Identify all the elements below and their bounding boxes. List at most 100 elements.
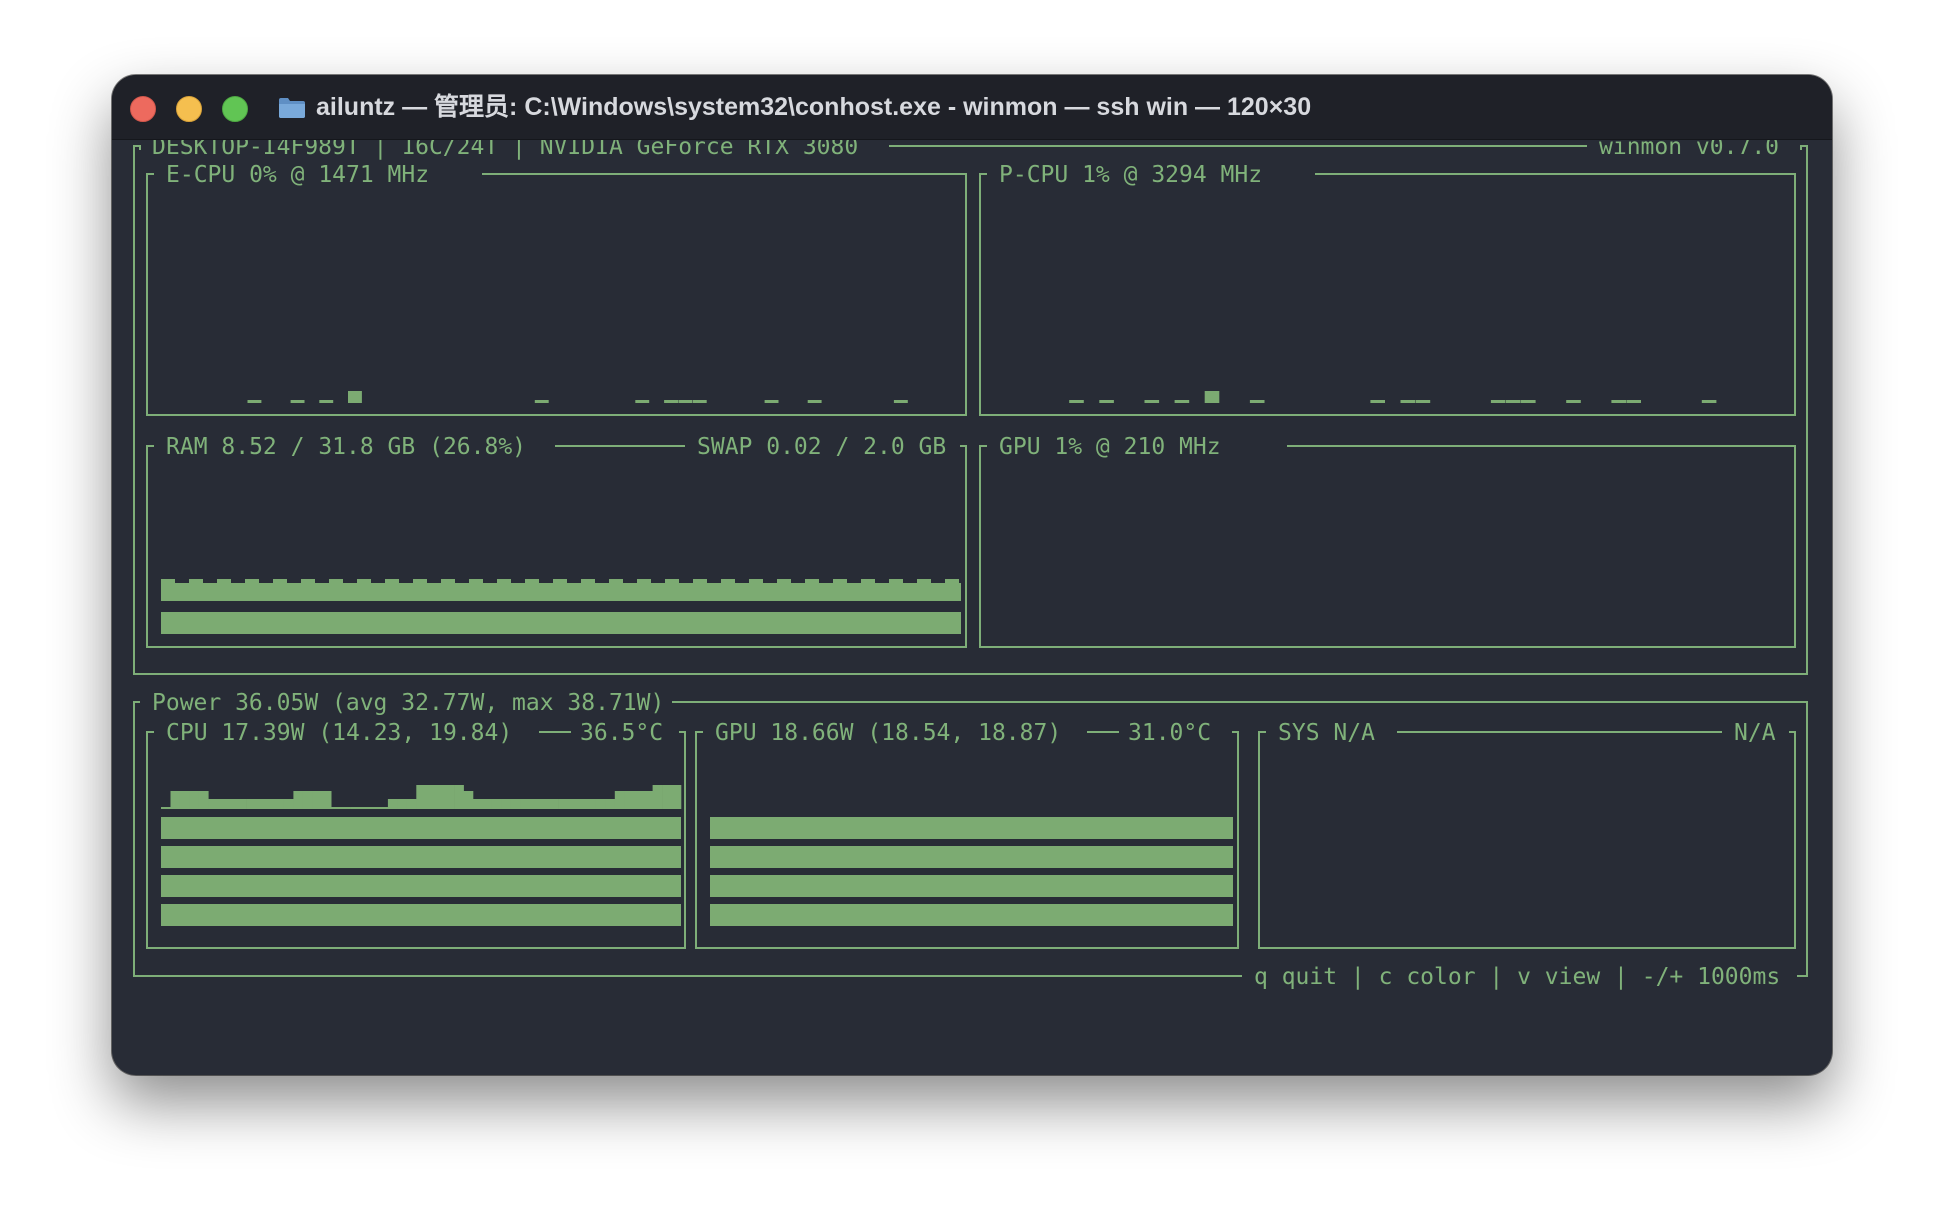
ecpu-history-bar <box>664 400 678 403</box>
cpu-power-bar <box>425 785 436 809</box>
ecpu-label: E-CPU 0% @ 1471 MHz <box>166 162 429 188</box>
ram-bar-tick <box>637 579 651 583</box>
cpu-power-bar <box>236 799 247 809</box>
title-bar[interactable]: ailuntz — 管理员: C:\Windows\system32\conho… <box>112 75 1832 140</box>
cpu-power-bar <box>482 799 493 809</box>
cpu-power-bar <box>387 799 398 809</box>
cpu-power-row <box>161 846 681 868</box>
ecpu-history-bar <box>348 391 362 403</box>
cpu-power-bar <box>170 791 181 809</box>
cpu-power-bar <box>529 799 540 809</box>
version-label: winmon v0.7.0 <box>1599 140 1779 160</box>
minimize-icon[interactable] <box>176 96 202 122</box>
ram-bar-tick <box>385 579 399 583</box>
ram-bar-tick <box>525 579 539 583</box>
cpu-power-bar <box>435 785 445 809</box>
cpu-power-bar <box>548 799 559 809</box>
gpu-power-row <box>710 817 1233 839</box>
gpu-power-row <box>710 875 1233 897</box>
cpu-power-bar <box>454 785 464 809</box>
ram-label: RAM 8.52 / 31.8 GB (26.8%) <box>166 434 526 460</box>
ecpu-history-bar <box>247 400 262 403</box>
pcpu-history-bar <box>1415 400 1431 403</box>
cpu-power-label: CPU 17.39W (14.23, 19.84) <box>166 720 512 746</box>
cpu-power-bar <box>378 807 389 809</box>
ram-bar-tick <box>273 579 287 583</box>
ram-bar-tick <box>889 579 903 583</box>
cpu-power-bar <box>283 799 294 809</box>
ecpu-history-bar <box>534 400 549 403</box>
cpu-power-bar <box>510 799 521 809</box>
pcpu-panel <box>979 173 1796 416</box>
ram-bar-tick <box>413 579 427 583</box>
ecpu-history-bar <box>807 400 822 403</box>
cpu-power-bar <box>671 785 682 809</box>
cpu-power-bar <box>406 799 417 809</box>
gpu-power-row <box>710 846 1233 868</box>
ecpu-history-bar <box>678 400 693 403</box>
cpu-power-history <box>161 785 682 926</box>
ram-bar-tick <box>441 579 455 583</box>
pcpu-history-bar <box>1521 400 1536 403</box>
cpu-power-bar <box>179 791 190 809</box>
terminal-window: ailuntz — 管理员: C:\Windows\system32\conho… <box>112 75 1832 1075</box>
ram-bar-tick <box>833 579 847 583</box>
gpu-label: GPU 1% @ 210 MHz <box>999 434 1221 460</box>
cpu-power-bar <box>397 799 408 809</box>
cpu-power-bar <box>633 791 644 809</box>
ram-bar-tick <box>469 579 483 583</box>
footer-shortcuts[interactable]: q quit | c color | v view | -/+ 1000ms <box>1254 964 1780 990</box>
cpu-power-bar <box>340 807 351 809</box>
ram-bar-tick <box>217 579 231 583</box>
ram-bar-tick <box>245 579 259 583</box>
swap-label: SWAP 0.02 / 2.0 GB <box>697 434 946 460</box>
cpu-power-bar <box>246 799 256 809</box>
power-label: Power 36.05W (avg 32.77W, max 38.71W) <box>152 690 664 716</box>
cpu-power-bar <box>350 807 360 809</box>
cpu-power-bar <box>274 799 285 809</box>
pcpu-history <box>1069 391 1717 403</box>
pcpu-history-bar <box>1204 391 1220 403</box>
cpu-power-bar <box>624 791 635 809</box>
cpu-power-bar <box>217 799 228 809</box>
ram-bar-tick <box>721 579 735 583</box>
cpu-power-bar <box>520 799 531 809</box>
cpu-power-bar <box>577 799 587 809</box>
pcpu-history-bar <box>1490 400 1506 403</box>
cpu-power-bar <box>567 799 578 809</box>
ram-bar-tick <box>805 579 819 583</box>
ram-bar-tick <box>553 579 567 583</box>
ecpu-history-bar <box>319 400 334 403</box>
cpu-temp-label: 36.5°C <box>580 720 663 746</box>
ram-bar-tick <box>861 579 875 583</box>
cpu-power-bar <box>586 799 597 809</box>
cpu-power-bar <box>208 799 219 809</box>
sys-power-label: SYS N/A <box>1278 720 1375 746</box>
cpu-power-bar <box>359 807 370 809</box>
pcpu-history-bar <box>1626 400 1641 403</box>
pcpu-history-bar <box>1400 400 1416 403</box>
system-header: DESKTOP-I4F989T | 16C/24T | NVIDIA GeFor… <box>152 140 858 160</box>
pcpu-history-bar <box>1370 400 1385 403</box>
cpu-power-bar <box>491 799 502 809</box>
ram-bar-tick <box>161 579 175 583</box>
ram-bar-tick <box>497 579 511 583</box>
sys-power-panel <box>1258 731 1796 949</box>
ram-bar-tick <box>189 579 203 583</box>
cpu-power-bar <box>416 785 427 809</box>
pcpu-history-bar <box>1701 400 1717 403</box>
ecpu-history-bar <box>290 400 305 403</box>
close-icon[interactable] <box>130 96 156 122</box>
cpu-power-bar <box>189 791 200 809</box>
cpu-power-bar <box>643 791 653 809</box>
pcpu-history-bar <box>1099 400 1114 403</box>
pcpu-history-bar <box>1249 400 1265 403</box>
gpu-power-row <box>710 904 1233 926</box>
pcpu-history-bar <box>1506 400 1521 403</box>
folder-icon <box>279 98 305 118</box>
cpu-power-bar <box>312 791 323 809</box>
maximize-icon[interactable] <box>222 96 248 122</box>
cpu-power-bar <box>369 807 379 809</box>
winmon-dashboard: DESKTOP-I4F989T | 16C/24T | NVIDIA GeFor… <box>133 140 1808 990</box>
cpu-power-row <box>161 875 681 897</box>
